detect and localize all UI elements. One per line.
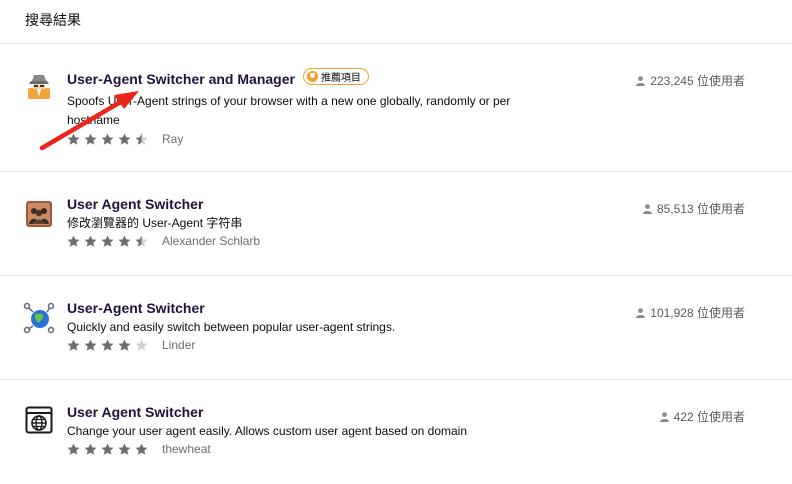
star-rating	[67, 133, 148, 146]
extension-name[interactable]: User-Agent Switcher	[67, 300, 205, 316]
trophy-icon	[306, 71, 318, 82]
rating: Alexander Schlarb	[67, 234, 260, 248]
user-count: 85,513 位使用者	[642, 200, 745, 217]
star-icon	[118, 443, 131, 455]
extension-name[interactable]: User-Agent Switcher and Manager 推薦項目	[67, 68, 369, 87]
user-icon	[659, 411, 669, 422]
user-icon	[636, 307, 646, 318]
star-rating	[67, 339, 148, 352]
star-icon	[135, 133, 148, 145]
star-rating	[67, 443, 148, 456]
author[interactable]: thewheat	[162, 442, 211, 456]
author[interactable]: Alexander Schlarb	[162, 234, 260, 248]
user-icon	[636, 75, 646, 86]
globe-network-icon	[23, 302, 55, 334]
user-count: 101,928 位使用者	[636, 304, 745, 321]
star-icon	[67, 133, 80, 145]
star-rating	[67, 235, 148, 248]
star-icon	[84, 339, 97, 351]
user-icon	[642, 203, 652, 214]
result-item-2[interactable]: User Agent Switcher 修改瀏覽器的 User-Agent 字符…	[0, 172, 792, 276]
extension-summary: Change your user agent easily. Allows cu…	[67, 424, 468, 438]
star-icon	[101, 133, 114, 145]
star-icon	[84, 133, 97, 145]
star-icon	[135, 339, 148, 351]
user-count: 422 位使用者	[659, 408, 745, 425]
extension-name[interactable]: User Agent Switcher	[67, 196, 203, 212]
rating: Ray	[67, 132, 183, 146]
star-icon	[84, 235, 97, 247]
extension-summary: Quickly and easily switch between popula…	[67, 320, 396, 334]
star-icon	[67, 443, 80, 455]
star-icon	[118, 235, 131, 247]
spy-icon	[28, 75, 50, 99]
browser-globe-icon	[25, 406, 53, 434]
result-item-3[interactable]: User-Agent Switcher Quickly and easily s…	[0, 276, 792, 380]
result-item-1[interactable]: User-Agent Switcher and Manager 推薦項目 Spoo…	[0, 44, 792, 172]
rating: thewheat	[67, 442, 211, 456]
star-icon	[135, 235, 148, 247]
author[interactable]: Linder	[162, 338, 195, 352]
extension-name[interactable]: User Agent Switcher	[67, 404, 203, 420]
author[interactable]: Ray	[162, 132, 183, 146]
extension-summary: 修改瀏覽器的 User-Agent 字符串	[67, 216, 243, 230]
result-item-4[interactable]: User Agent Switcher Change your user age…	[0, 380, 792, 484]
people-icon	[26, 201, 52, 227]
star-icon	[118, 133, 131, 145]
rating: Linder	[67, 338, 195, 352]
search-results-heading: 搜尋結果	[0, 0, 792, 44]
star-icon	[67, 235, 80, 247]
page-title: 搜尋結果	[25, 12, 81, 28]
recommended-badge: 推薦項目	[302, 68, 369, 85]
star-icon	[118, 339, 131, 351]
extension-summary: Spoofs User-Agent strings of your browse…	[67, 94, 511, 127]
star-icon	[84, 443, 97, 455]
star-icon	[101, 443, 114, 455]
star-icon	[135, 443, 148, 455]
star-icon	[101, 339, 114, 351]
user-count: 223,245 位使用者	[636, 72, 745, 89]
star-icon	[67, 339, 80, 351]
star-icon	[101, 235, 114, 247]
